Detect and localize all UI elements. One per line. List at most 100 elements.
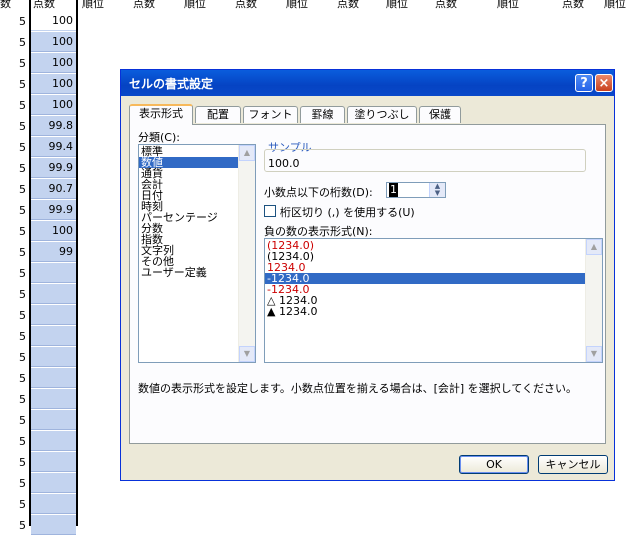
cell-score[interactable] bbox=[31, 368, 76, 388]
cell-colA[interactable]: 5 bbox=[0, 95, 28, 116]
scroll-down-icon[interactable]: ▼ bbox=[239, 346, 255, 362]
cell-colA[interactable]: 5 bbox=[0, 410, 28, 431]
dialog-title: セルの書式設定 bbox=[129, 77, 214, 91]
decimal-places-spinner[interactable]: 1 ▲ ▼ bbox=[386, 182, 446, 198]
format-description: 数値の表示形式を設定します。小数点位置を揃える場合は、[会計] を選択してくださ… bbox=[138, 382, 577, 395]
sheet-row: 5 100 bbox=[0, 32, 633, 53]
selection-border-right bbox=[76, 0, 78, 526]
scroll-down-icon[interactable]: ▼ bbox=[586, 346, 602, 362]
negative-format-item[interactable]: (1234.0) bbox=[265, 240, 602, 251]
cell-score[interactable]: 99 bbox=[31, 242, 76, 262]
cell-colA[interactable]: 5 bbox=[0, 221, 28, 242]
cell-colA[interactable]: 5 bbox=[0, 368, 28, 389]
cell-colA[interactable]: 5 bbox=[0, 452, 28, 473]
column-header: 順位 bbox=[184, 0, 206, 10]
column-header: 点数 bbox=[562, 0, 584, 10]
cell-colA[interactable]: 5 bbox=[0, 263, 28, 284]
sample-box: 100.0 bbox=[264, 149, 586, 172]
cell-colA[interactable]: 5 bbox=[0, 53, 28, 74]
column-header: 点数 bbox=[133, 0, 155, 10]
cell-score[interactable]: 100 bbox=[31, 11, 76, 31]
cell-colA[interactable]: 5 bbox=[0, 326, 28, 347]
category-list[interactable]: 標準 数値 通貨 会計 日付 時刻 パーセンテージ 分数 指数 文字列 その他 ユーザー定義 ▲ ▼ bbox=[138, 144, 256, 363]
cell-colA[interactable]: 5 bbox=[0, 494, 28, 515]
cell-score[interactable] bbox=[31, 389, 76, 409]
close-button[interactable]: × bbox=[595, 74, 613, 92]
cell-score[interactable] bbox=[31, 263, 76, 283]
negative-numbers-list[interactable]: (1234.0) (1234.0) 1234.0 -1234.0 -1234.0 △ 12… bbox=[264, 238, 603, 363]
cell-score[interactable]: 100 bbox=[31, 74, 76, 94]
cell-colA[interactable]: 5 bbox=[0, 473, 28, 494]
cell-colA[interactable]: 5 bbox=[0, 158, 28, 179]
column-header-partial: 数 bbox=[0, 0, 11, 10]
spinner-arrows-icon[interactable]: ▲ ▼ bbox=[429, 183, 445, 197]
tab-font[interactable]: フォント bbox=[243, 106, 298, 123]
negative-format-item[interactable]: -1234.0 bbox=[265, 273, 602, 284]
cell-score[interactable]: 90.7 bbox=[31, 179, 76, 199]
cell-score[interactable] bbox=[31, 347, 76, 367]
sheet-row: 5 bbox=[0, 494, 633, 515]
cell-colA[interactable]: 5 bbox=[0, 431, 28, 452]
cell-score[interactable] bbox=[31, 452, 76, 472]
cell-colA[interactable]: 5 bbox=[0, 389, 28, 410]
cell-score[interactable]: 99.9 bbox=[31, 200, 76, 220]
tab-number[interactable]: 表示形式 bbox=[129, 104, 193, 125]
cell-colA[interactable]: 5 bbox=[0, 347, 28, 368]
cell-colA[interactable]: 5 bbox=[0, 284, 28, 305]
tab-fill[interactable]: 塗りつぶし bbox=[347, 106, 417, 123]
cell-score[interactable] bbox=[31, 326, 76, 346]
tab-panel-number: 分類(C): 標準 数値 通貨 会計 日付 時刻 パーセンテージ 分数 指数 文字列 その他 ユーザー… bbox=[129, 124, 606, 444]
thousands-separator-checkbox[interactable] bbox=[264, 205, 276, 217]
cell-score[interactable]: 99.4 bbox=[31, 137, 76, 157]
negative-scrollbar[interactable]: ▲ ▼ bbox=[585, 239, 602, 362]
column-header: 点数 bbox=[33, 0, 55, 10]
column-header: 点数 bbox=[235, 0, 257, 10]
column-header: 順位 bbox=[386, 0, 408, 10]
cell-colA[interactable]: 5 bbox=[0, 137, 28, 158]
cell-score[interactable] bbox=[31, 494, 76, 514]
decimal-places-value[interactable]: 1 bbox=[389, 183, 398, 197]
tab-border[interactable]: 罫線 bbox=[300, 106, 345, 123]
cell-colA[interactable]: 5 bbox=[0, 179, 28, 200]
ok-button[interactable]: OK bbox=[459, 455, 529, 474]
dialog-titlebar[interactable]: セルの書式設定 ? × bbox=[121, 70, 614, 96]
column-header: 順位 bbox=[604, 0, 626, 10]
column-header: 点数 bbox=[337, 0, 359, 10]
negative-format-item[interactable]: (1234.0) bbox=[265, 251, 602, 262]
cell-colA[interactable]: 5 bbox=[0, 74, 28, 95]
category-scrollbar[interactable]: ▲ ▼ bbox=[238, 145, 255, 362]
cell-score[interactable]: 100 bbox=[31, 53, 76, 73]
cell-colA[interactable]: 5 bbox=[0, 242, 28, 263]
cell-score[interactable]: 100 bbox=[31, 221, 76, 241]
cell-score[interactable] bbox=[31, 284, 76, 304]
cell-score[interactable] bbox=[31, 473, 76, 493]
tab-alignment[interactable]: 配置 bbox=[195, 106, 241, 123]
category-label: 分類(C): bbox=[138, 131, 180, 144]
negative-numbers-label: 負の数の表示形式(N): bbox=[264, 225, 373, 238]
cell-score[interactable] bbox=[31, 515, 76, 535]
sample-value: 100.0 bbox=[268, 157, 300, 170]
column-header: 順位 bbox=[82, 0, 104, 10]
thousands-separator-label: 桁区切り (,) を使用する(U) bbox=[280, 206, 415, 219]
cell-colA[interactable]: 5 bbox=[0, 116, 28, 137]
cell-colA[interactable]: 5 bbox=[0, 32, 28, 53]
decimal-places-label: 小数点以下の桁数(D): bbox=[264, 186, 373, 199]
tab-protection[interactable]: 保護 bbox=[419, 106, 461, 123]
sheet-row: 5 100 bbox=[0, 11, 633, 32]
scroll-up-icon[interactable]: ▲ bbox=[586, 239, 602, 255]
cell-score[interactable] bbox=[31, 431, 76, 451]
negative-format-item[interactable]: 1234.0 bbox=[265, 262, 602, 273]
cell-score[interactable]: 100 bbox=[31, 32, 76, 52]
cell-colA[interactable]: 5 bbox=[0, 11, 28, 32]
scroll-up-icon[interactable]: ▲ bbox=[239, 145, 255, 161]
help-button[interactable]: ? bbox=[575, 74, 593, 92]
negative-format-item[interactable]: ▲ 1234.0 bbox=[265, 306, 602, 317]
cell-score[interactable]: 99.8 bbox=[31, 116, 76, 136]
cell-score[interactable] bbox=[31, 410, 76, 430]
cell-colA[interactable]: 5 bbox=[0, 305, 28, 326]
cell-score[interactable] bbox=[31, 305, 76, 325]
cancel-button[interactable]: キャンセル bbox=[538, 455, 608, 474]
cell-score[interactable]: 99.9 bbox=[31, 158, 76, 178]
cell-score[interactable]: 100 bbox=[31, 95, 76, 115]
cell-colA[interactable]: 5 bbox=[0, 200, 28, 221]
